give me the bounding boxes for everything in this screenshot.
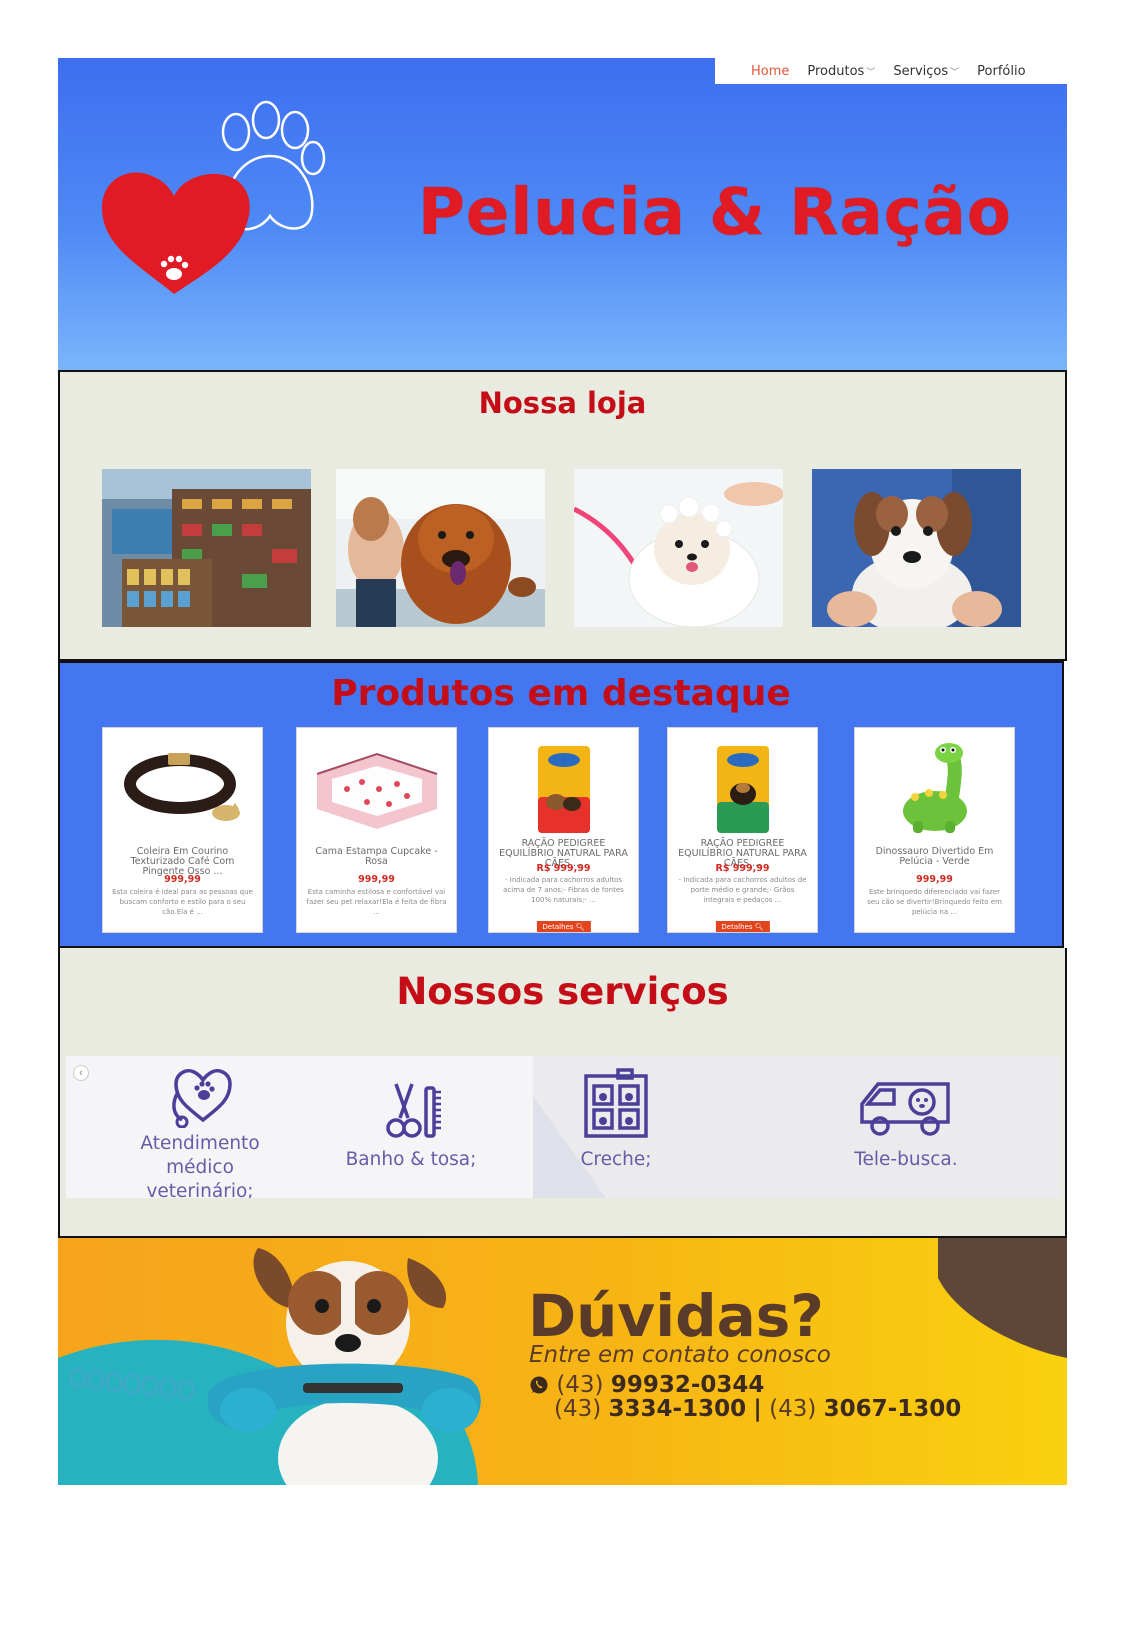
- featured-products-title: Produtos em destaque: [331, 673, 791, 714]
- brand-title: Pelucia & Ração: [418, 176, 1012, 250]
- phone-separator: |: [753, 1396, 762, 1422]
- product-description: Esta caminha estilosa e confortável vai …: [306, 888, 447, 916]
- product-card[interactable]: RAÇÃO PEDIGREE EQUILÍBRIO NATURAL PARA C…: [667, 727, 818, 933]
- nav-item-label: Home: [751, 63, 790, 79]
- product-name: Dinossauro Divertido Em Pelúcia - Verde: [875, 846, 994, 867]
- phone2-number: 3067-1300: [823, 1396, 962, 1422]
- phone1-number: 3334-1300: [608, 1396, 747, 1422]
- product-card[interactable]: Coleira Em Courino Texturizado Café Com …: [102, 727, 263, 933]
- stethoscope-paw-icon: [172, 1069, 232, 1128]
- scissors-comb-icon: [386, 1083, 441, 1138]
- search-icon: 🔍︎: [754, 923, 764, 931]
- product-description: - Indicada para cachorros adultos acima …: [503, 876, 624, 904]
- nav-item-produtos[interactable]: Produtos ﹀: [807, 64, 875, 79]
- nav-item-label: Serviços: [893, 63, 949, 79]
- whatsapp-icon: [530, 1376, 548, 1394]
- featured-products-section: Produtos em destaque Coleira Em Courino …: [58, 661, 1064, 948]
- service-label: Tele-busca.: [854, 1149, 958, 1170]
- product-image-collar: [103, 734, 262, 844]
- product-price: 999,99: [916, 874, 953, 885]
- product-card[interactable]: RAÇÃO PEDIGREE EQUILÍBRIO NATURAL PARA C…: [488, 727, 639, 933]
- store-title: Nossa loja: [478, 386, 647, 420]
- service-label: Creche;: [580, 1149, 652, 1170]
- phone1-area-code: (43): [554, 1396, 602, 1422]
- details-button-label: Detalhes: [721, 923, 753, 931]
- services-section: Nossos serviços ‹ Atendimento médico vet…: [58, 948, 1067, 1238]
- service-pickup: Tele-busca.: [806, 1148, 1006, 1172]
- phone1-contact[interactable]: (43) 3334-1300: [554, 1396, 746, 1422]
- heart-paw-logo-icon: [102, 100, 326, 294]
- product-name: Cama Estampa Cupcake - Rosa: [315, 846, 438, 867]
- nav-item-portfolio[interactable]: Porfólio: [977, 64, 1025, 79]
- daycare-building-icon: [584, 1068, 648, 1138]
- nav-item-label: Produtos: [807, 63, 865, 79]
- product-price: 999,99: [358, 874, 395, 885]
- services-carousel: ‹ Atendimento médico veterinário; Banho …: [66, 1056, 1061, 1198]
- product-description: Esta coleira é ideal para as pessoas que…: [112, 888, 253, 916]
- carousel-prev-button[interactable]: ‹: [73, 1065, 89, 1081]
- services-title: Nossos serviços: [396, 970, 729, 1013]
- details-button[interactable]: Detalhes 🔍︎: [715, 921, 770, 932]
- store-photo-interior: [102, 469, 311, 627]
- whatsapp-contact[interactable]: (43) 99932-0344: [529, 1372, 764, 1398]
- product-card[interactable]: Dinossauro Divertido Em Pelúcia - Verde …: [854, 727, 1015, 933]
- nav-item-servicos[interactable]: Serviços ﹀: [893, 64, 959, 79]
- phone2-contact[interactable]: (43) 3067-1300: [769, 1396, 961, 1422]
- product-description: Este brinquedo diferenciado vai fazer se…: [867, 888, 1002, 916]
- product-price: R$ 999,99: [715, 863, 770, 874]
- chevron-down-icon: ﹀: [866, 67, 876, 78]
- product-name: Coleira Em Courino Texturizado Café Com …: [130, 846, 235, 877]
- product-description: - Indicada para cachorros adultos de por…: [678, 876, 807, 904]
- product-price: 999,99: [164, 874, 201, 885]
- product-image-pedigree-bag: [489, 734, 638, 844]
- details-button[interactable]: Detalhes 🔍︎: [536, 921, 591, 932]
- details-button-label: Detalhes: [542, 923, 574, 931]
- nav-item-home[interactable]: Home: [751, 64, 789, 79]
- whatsapp-number: 99932-0344: [610, 1372, 765, 1398]
- page: Pelucia & Ração Home Produtos ﹀ Serviços ﹀…: [0, 0, 1125, 1640]
- store-photo-grooming: [336, 469, 545, 627]
- store-section: Nossa loja: [58, 370, 1067, 661]
- service-grooming: Banho & tosa;: [336, 1148, 486, 1172]
- service-label: veterinário;: [146, 1181, 254, 1198]
- product-image-pet-bed: [297, 734, 456, 844]
- phone2-area-code: (43): [769, 1396, 817, 1422]
- product-image-pedigree-bag: [668, 734, 817, 844]
- store-photo-bath: [574, 469, 783, 627]
- product-image-dinosaur-plush: [855, 734, 1014, 844]
- phone-contacts: (43) 3334-1300 | (43) 3067-1300: [554, 1396, 961, 1422]
- pet-van-icon: [860, 1082, 950, 1136]
- contact-banner: Dúvidas? Entre em contato conosco (43) 9…: [58, 1238, 1067, 1485]
- service-label: Atendimento médico: [140, 1133, 260, 1178]
- product-price: R$ 999,99: [536, 863, 591, 874]
- search-icon: 🔍︎: [575, 923, 585, 931]
- chevron-down-icon: ﹀: [950, 67, 960, 78]
- service-label: Banho & tosa;: [345, 1149, 477, 1170]
- contact-subtitle: Entre em contato conosco: [529, 1342, 831, 1368]
- store-photo-puppy: [812, 469, 1021, 627]
- nav-item-label: Porfólio: [977, 63, 1026, 79]
- hero-banner: Pelucia & Ração: [58, 58, 1067, 370]
- whatsapp-area-code: (43): [556, 1372, 604, 1398]
- contact-headline: Dúvidas?: [528, 1282, 824, 1350]
- service-vet: Atendimento médico veterinário;: [106, 1132, 294, 1198]
- product-card[interactable]: Cama Estampa Cupcake - Rosa 999,99 Esta …: [296, 727, 457, 933]
- main-nav: Home Produtos ﹀ Serviços ﹀ Porfólio: [715, 58, 1070, 84]
- service-daycare: Creche;: [546, 1148, 686, 1172]
